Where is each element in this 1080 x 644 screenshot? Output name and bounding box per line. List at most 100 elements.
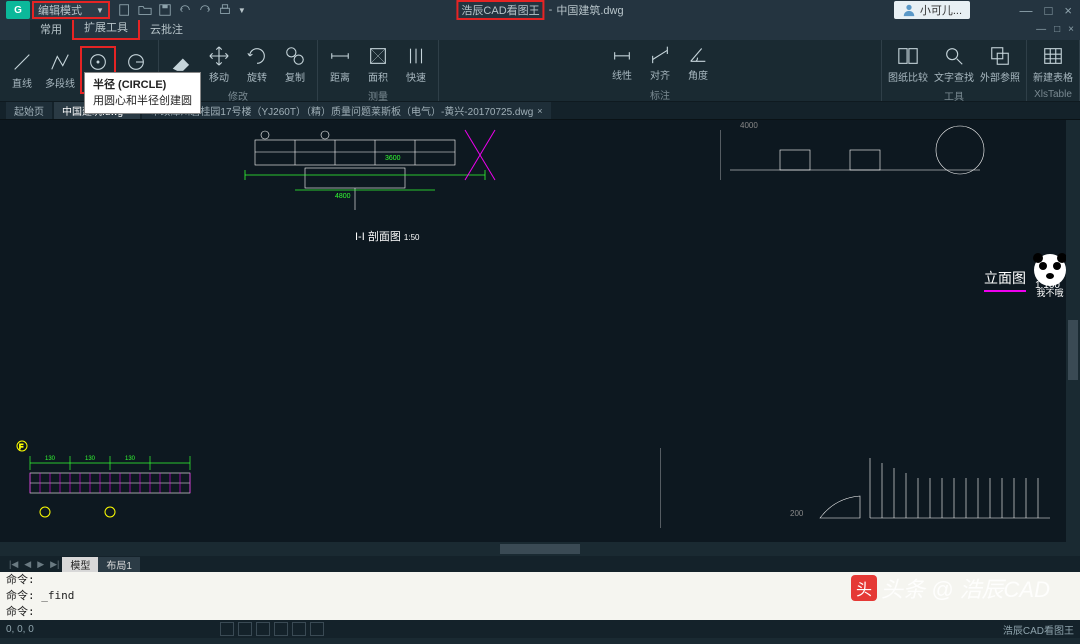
sub-min-button[interactable]: — xyxy=(1036,24,1046,35)
rotate-button[interactable]: 旋转 xyxy=(239,40,275,88)
copy-button[interactable]: 复制 xyxy=(277,40,313,88)
mode-label: 编辑模式 xyxy=(38,2,82,18)
svg-text:F: F xyxy=(19,444,23,451)
group-measure: 距离 面积 快速 测量 xyxy=(318,40,439,101)
chevron-down-icon: ▼ xyxy=(96,6,104,15)
doc-title: 中国建筑.dwg xyxy=(556,2,623,18)
move-button[interactable]: 移动 xyxy=(201,40,237,88)
linear-icon xyxy=(611,43,633,65)
circle-icon xyxy=(87,51,109,73)
panda-sticker-icon xyxy=(1030,250,1070,290)
doc-tab-start[interactable]: 起始页 xyxy=(6,102,52,119)
title-separator: - xyxy=(549,4,553,16)
xref-button[interactable]: 外部参照 xyxy=(978,40,1022,88)
group-annotate: 线性 对齐 角度 标注 xyxy=(439,40,882,101)
command-line[interactable]: 命令: 命令: _find 命令: xyxy=(0,572,1080,620)
coordinates: 0, 0, 0 xyxy=(6,624,34,635)
horizontal-scrollbar[interactable] xyxy=(0,542,1080,556)
sub-close-button[interactable]: × xyxy=(1068,24,1074,35)
line-icon xyxy=(11,51,33,73)
window-controls: — □ × xyxy=(1020,3,1072,18)
grid-toggle[interactable] xyxy=(238,622,252,636)
print-icon[interactable] xyxy=(218,3,232,17)
title-center: 浩辰CAD看图王 - 中国建筑.dwg xyxy=(456,0,623,20)
ortho-toggle[interactable] xyxy=(256,622,270,636)
area-button[interactable]: 面积 xyxy=(360,40,396,88)
group-tool: 图纸比较 文字查找 外部参照 工具 xyxy=(882,40,1027,101)
maximize-button[interactable]: □ xyxy=(1045,3,1053,18)
user-area[interactable]: 小可儿... xyxy=(894,1,970,19)
doc-tab-secondary[interactable]: 审改潭州碧桂园17号楼（YJ260T）（精）质量问题莱斯板（电气）-黄兴-201… xyxy=(142,102,550,119)
quick-label: 快速 xyxy=(406,69,426,84)
tab-nav-last-icon[interactable]: ▶| xyxy=(47,559,62,570)
distance-label: 距离 xyxy=(330,69,350,84)
rotate-icon xyxy=(246,45,268,67)
undo-icon[interactable] xyxy=(178,3,192,17)
tab-cloud-annotate[interactable]: 云批注 xyxy=(140,18,193,40)
polar-toggle[interactable] xyxy=(274,622,288,636)
vertical-scrollbar[interactable] xyxy=(1066,120,1080,556)
quick-icon xyxy=(405,45,427,67)
close-button[interactable]: × xyxy=(1064,3,1072,18)
distance-button[interactable]: 距离 xyxy=(322,40,358,88)
line-button[interactable]: 直线 xyxy=(4,46,40,94)
angle-icon xyxy=(687,43,709,65)
tooltip-body: 用圆心和半径创建圆 xyxy=(93,93,192,109)
xref-label: 外部参照 xyxy=(980,69,1020,84)
cmd-input[interactable]: 命令: xyxy=(6,604,1074,620)
svg-text:130: 130 xyxy=(45,456,56,462)
compare-label: 图纸比较 xyxy=(888,69,928,84)
statusbar: 0, 0, 0 浩辰CAD看图王 xyxy=(0,620,1080,638)
svg-text:3600: 3600 xyxy=(385,155,401,162)
redo-icon[interactable] xyxy=(198,3,212,17)
minimize-button[interactable]: — xyxy=(1020,3,1033,18)
svg-text:4800: 4800 xyxy=(335,193,351,200)
tab-nav-first-icon[interactable]: |◀ xyxy=(6,559,21,570)
tab-nav-prev-icon[interactable]: ◀ xyxy=(21,559,34,570)
layout-tab-model[interactable]: 模型 xyxy=(62,557,98,572)
find-label: 文字查找 xyxy=(934,69,974,84)
area-icon xyxy=(367,45,389,67)
save-icon[interactable] xyxy=(158,3,172,17)
tab-nav-next-icon[interactable]: ▶ xyxy=(34,559,47,570)
cmd-history-1: 命令: xyxy=(6,572,1074,588)
group-annotate-label: 标注 xyxy=(650,87,670,103)
align-icon xyxy=(649,43,671,65)
quick-button[interactable]: 快速 xyxy=(398,40,434,88)
detail-drawing: 4800 3600 xyxy=(235,120,555,230)
polyline-label: 多段线 xyxy=(45,75,75,90)
scrollbar-thumb[interactable] xyxy=(500,544,580,554)
linear-button[interactable]: 线性 xyxy=(604,39,640,87)
layout-tab-1[interactable]: 布局1 xyxy=(98,557,140,572)
otrack-toggle[interactable] xyxy=(310,622,324,636)
circle-tooltip: 半径 (CIRCLE) 用圆心和半径创建圆 xyxy=(84,72,201,114)
snap-toggle[interactable] xyxy=(220,622,234,636)
polyline-button[interactable]: 多段线 xyxy=(42,46,78,94)
close-icon[interactable]: × xyxy=(537,106,542,116)
tooltip-title: 半径 (CIRCLE) xyxy=(93,77,192,93)
angle-button[interactable]: 角度 xyxy=(680,39,716,87)
align-button[interactable]: 对齐 xyxy=(642,39,678,87)
osnap-toggle[interactable] xyxy=(292,622,306,636)
drawing-canvas[interactable]: 48003600 I-I 剖面图 1:50 4000 立面图 1:100 130… xyxy=(0,120,1080,556)
table-button[interactable]: 新建表格 xyxy=(1031,41,1075,89)
find-button[interactable]: 文字查找 xyxy=(932,40,976,88)
copy-icon xyxy=(284,45,306,67)
edit-mode-dropdown[interactable]: 编辑模式 ▼ xyxy=(32,1,110,19)
svg-text:4000: 4000 xyxy=(740,121,758,130)
new-icon[interactable] xyxy=(118,3,132,17)
tab-common[interactable]: 常用 xyxy=(30,18,72,40)
group-tool-label: 工具 xyxy=(944,88,964,104)
compare-button[interactable]: 图纸比较 xyxy=(886,40,930,88)
chevron-down-icon[interactable]: ▼ xyxy=(238,6,246,15)
sub-max-button[interactable]: □ xyxy=(1054,24,1060,35)
ribbon-tabs: 常用 扩展工具 云批注 — □ × xyxy=(0,20,1080,40)
app-title: 浩辰CAD看图王 xyxy=(456,0,544,20)
open-icon[interactable] xyxy=(138,3,152,17)
app-logo[interactable]: G xyxy=(6,1,30,19)
scrollbar-thumb[interactable] xyxy=(1068,320,1078,380)
sticker-overlay: 中 简 我不哦 xyxy=(1030,250,1070,330)
area-label: 面积 xyxy=(368,69,388,84)
svg-text:130: 130 xyxy=(85,456,96,462)
user-avatar-icon xyxy=(902,3,916,17)
